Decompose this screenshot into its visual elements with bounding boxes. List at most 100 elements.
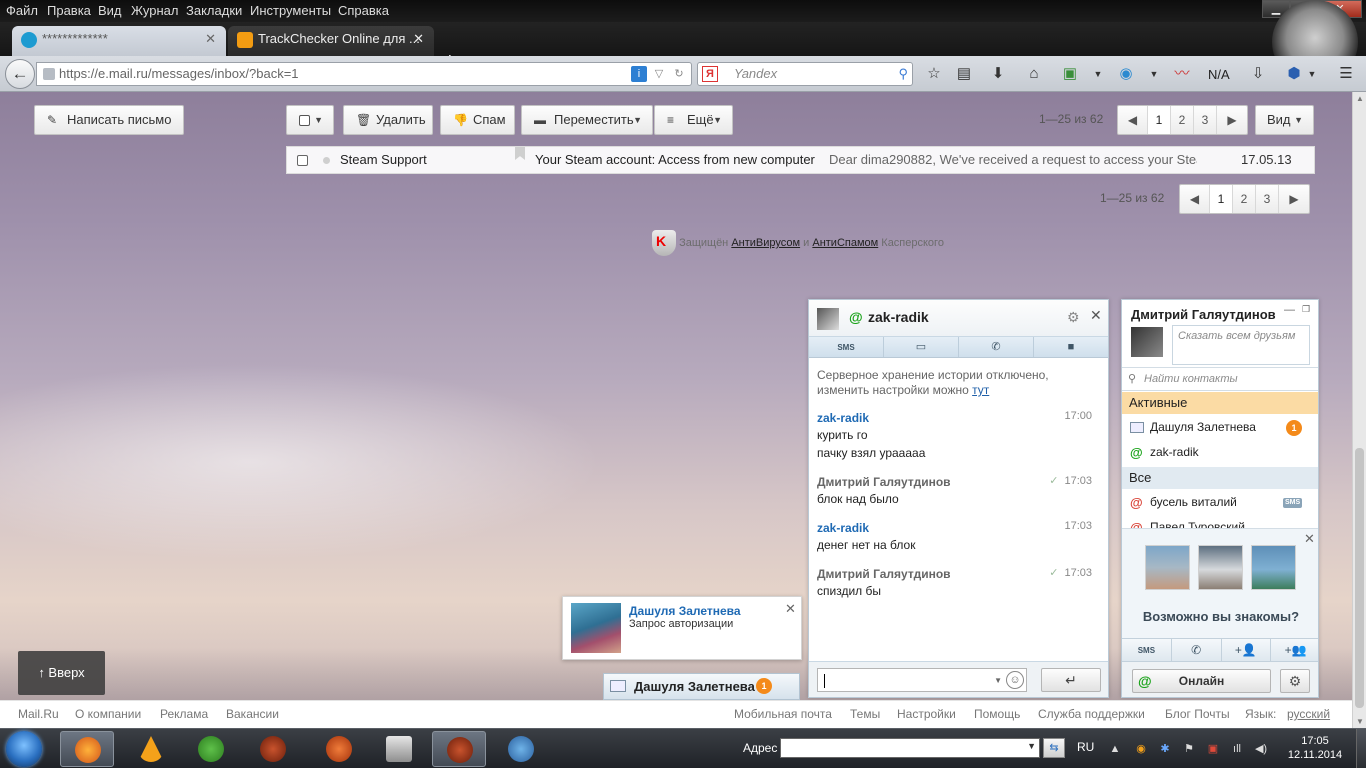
globe-dropdown-icon[interactable]: ▼ — [1144, 65, 1164, 83]
menu-edit[interactable]: Правка — [47, 3, 91, 18]
download-addon-icon[interactable]: ⇩ — [1248, 65, 1268, 83]
taskbar-firefox[interactable] — [60, 731, 114, 767]
scroll-up-icon[interactable]: ▲ — [1356, 94, 1364, 103]
read-status-dot[interactable] — [323, 157, 330, 164]
tray-expand-icon[interactable]: ▲ — [1108, 742, 1122, 756]
message-row[interactable]: Steam Support Your Steam account: Access… — [286, 146, 1315, 174]
delete-button[interactable]: 🗑 Удалить — [343, 105, 433, 135]
chevron-down-icon[interactable]: ▼ — [994, 670, 1002, 692]
menu-history[interactable]: Журнал — [131, 3, 178, 18]
language-indicator[interactable]: RU — [1077, 740, 1094, 754]
tab-trackchecker[interactable]: TrackChecker Online для ... ✕ — [228, 26, 434, 56]
menu-file[interactable]: Файл — [6, 3, 38, 18]
suggested-title[interactable]: Возможно вы знакомы? — [1122, 609, 1318, 624]
footer-link-mobile[interactable]: Мобильная почта — [734, 707, 832, 721]
menu-tools[interactable]: Инструменты — [250, 3, 331, 18]
page-2[interactable]: 2 — [1171, 106, 1194, 134]
scroll-to-top-button[interactable]: ↑ Вверх — [18, 651, 105, 695]
page-scrollbar[interactable]: ▲ ▼ — [1352, 92, 1366, 728]
scrollbar-thumb[interactable] — [1355, 448, 1364, 708]
next-page-button[interactable]: ▶ — [1217, 106, 1247, 134]
volume-icon[interactable]: ◀) — [1254, 742, 1268, 756]
site-identity-icon[interactable] — [43, 68, 55, 80]
bookmark-star-icon[interactable]: ☆ — [924, 65, 944, 83]
online-status-button[interactable]: @ Онлайн — [1132, 669, 1271, 693]
prev-page-button[interactable]: ◀ — [1180, 185, 1210, 213]
minimize-icon[interactable]: — — [1284, 304, 1295, 316]
close-icon[interactable]: ✕ — [785, 601, 796, 617]
chat-message-input[interactable]: ▼ ☺ — [817, 668, 1027, 692]
system-clock[interactable]: 17:05 12.11.2014 — [1280, 734, 1350, 762]
page-3[interactable]: 3 — [1194, 106, 1217, 134]
tray-app-icon[interactable]: ▣ — [1206, 742, 1220, 756]
status-input[interactable]: Сказать всем друзьям — [1172, 325, 1310, 365]
graph-addon-icon[interactable]: 〰 — [1172, 65, 1192, 83]
bluetooth-icon[interactable]: ✱ — [1158, 742, 1172, 756]
antispam-link[interactable]: АнтиСпамом — [812, 237, 878, 249]
search-icon[interactable]: ⚲ — [898, 63, 908, 85]
network-signal-icon[interactable]: ıll — [1230, 742, 1244, 756]
flag-icon[interactable] — [515, 147, 525, 160]
menu-icon[interactable]: ☰ — [1336, 65, 1356, 83]
taskbar-aimp[interactable] — [124, 731, 178, 767]
gear-icon[interactable]: ⚙ — [1280, 669, 1310, 693]
address-go-button[interactable]: ⇆ — [1043, 738, 1065, 758]
search-bar[interactable]: Я Yandex ⚲ — [697, 62, 913, 86]
gear-icon[interactable]: ⚙ — [1067, 309, 1080, 326]
page-2[interactable]: 2 — [1233, 185, 1256, 213]
tray-avast-icon[interactable]: ◉ — [1134, 742, 1148, 756]
antivirus-link[interactable]: АнтиВирусом — [731, 237, 800, 249]
footer-link-settings[interactable]: Настройки — [897, 707, 956, 721]
show-desktop-button[interactable] — [1356, 729, 1366, 768]
taskbar-halflife[interactable] — [246, 731, 300, 767]
contact-item[interactable]: @ Павел Туровский — [1122, 515, 1318, 529]
auth-request-notification[interactable]: Дашуля Залетнева Запрос авторизации ✕ — [562, 596, 802, 660]
suggested-friend-photo[interactable] — [1198, 545, 1243, 590]
phone-icon[interactable]: ✆ — [1172, 639, 1222, 661]
taskbar-mediaplayer[interactable] — [372, 731, 426, 767]
abp-dropdown-icon[interactable]: ▼ — [1302, 65, 1322, 83]
scroll-down-icon[interactable]: ▼ — [1356, 717, 1364, 726]
video-camera-icon[interactable]: ■ — [1034, 337, 1108, 357]
menu-view[interactable]: Вид — [98, 3, 122, 18]
page-1[interactable]: 1 — [1210, 185, 1233, 213]
star-dropdown-icon[interactable]: ▽ — [651, 66, 667, 82]
prev-page-button[interactable]: ◀ — [1118, 106, 1148, 134]
reload-icon[interactable]: ↻ — [671, 66, 687, 82]
close-icon[interactable]: ✕ — [1304, 531, 1315, 547]
section-active[interactable]: Активные — [1122, 392, 1318, 414]
compose-button[interactable]: ✎ Написать письмо — [34, 105, 184, 135]
action-center-icon[interactable]: ⚑ — [1182, 742, 1196, 756]
send-button[interactable]: ↵ — [1041, 668, 1101, 692]
avatar[interactable] — [817, 308, 839, 330]
contact-item[interactable]: @ бусель виталий SMS — [1122, 490, 1318, 515]
sms-badge[interactable]: SMS — [1283, 498, 1303, 508]
start-button[interactable] — [6, 731, 42, 767]
chat-contact-name[interactable]: zak-radik — [868, 309, 929, 325]
video-message-icon[interactable]: ▭ — [884, 337, 959, 357]
contact-item[interactable]: Дашуля Залетнева 1 — [1122, 415, 1318, 440]
taskbar-utorrent[interactable] — [184, 731, 238, 767]
minimized-chat-tab[interactable]: Дашуля Залетнева 1 — [603, 673, 800, 700]
footer-link-blog[interactable]: Блог Почты — [1165, 707, 1230, 721]
back-button[interactable]: ← — [5, 59, 35, 89]
taskbar-paint[interactable] — [494, 731, 548, 767]
page-3[interactable]: 3 — [1256, 185, 1279, 213]
footer-link-themes[interactable]: Темы — [850, 707, 880, 721]
menu-bookmarks[interactable]: Закладки — [186, 3, 242, 18]
sms-icon[interactable]: SMS — [809, 337, 884, 357]
bookmarks-list-icon[interactable]: ▤ — [954, 65, 974, 83]
close-tab-icon[interactable]: ✕ — [413, 26, 424, 52]
suggested-friend-photo[interactable] — [1251, 545, 1296, 590]
footer-lang-select[interactable]: русский — [1287, 707, 1330, 721]
suggested-friend-photo[interactable] — [1145, 545, 1190, 590]
close-tab-icon[interactable]: ✕ — [205, 26, 216, 52]
menu-help[interactable]: Справка — [338, 3, 389, 18]
select-all-checkbox[interactable] — [299, 115, 310, 126]
taskbar-halflife-2[interactable] — [432, 731, 486, 767]
spam-button[interactable]: 👎 Спам — [440, 105, 515, 135]
close-icon[interactable]: ✕ — [1090, 307, 1102, 324]
footer-link-mailru[interactable]: Mail.Ru — [18, 707, 59, 721]
taskbar-ccleaner[interactable] — [312, 731, 366, 767]
chevron-down-icon[interactable]: ▼ — [1027, 741, 1036, 751]
